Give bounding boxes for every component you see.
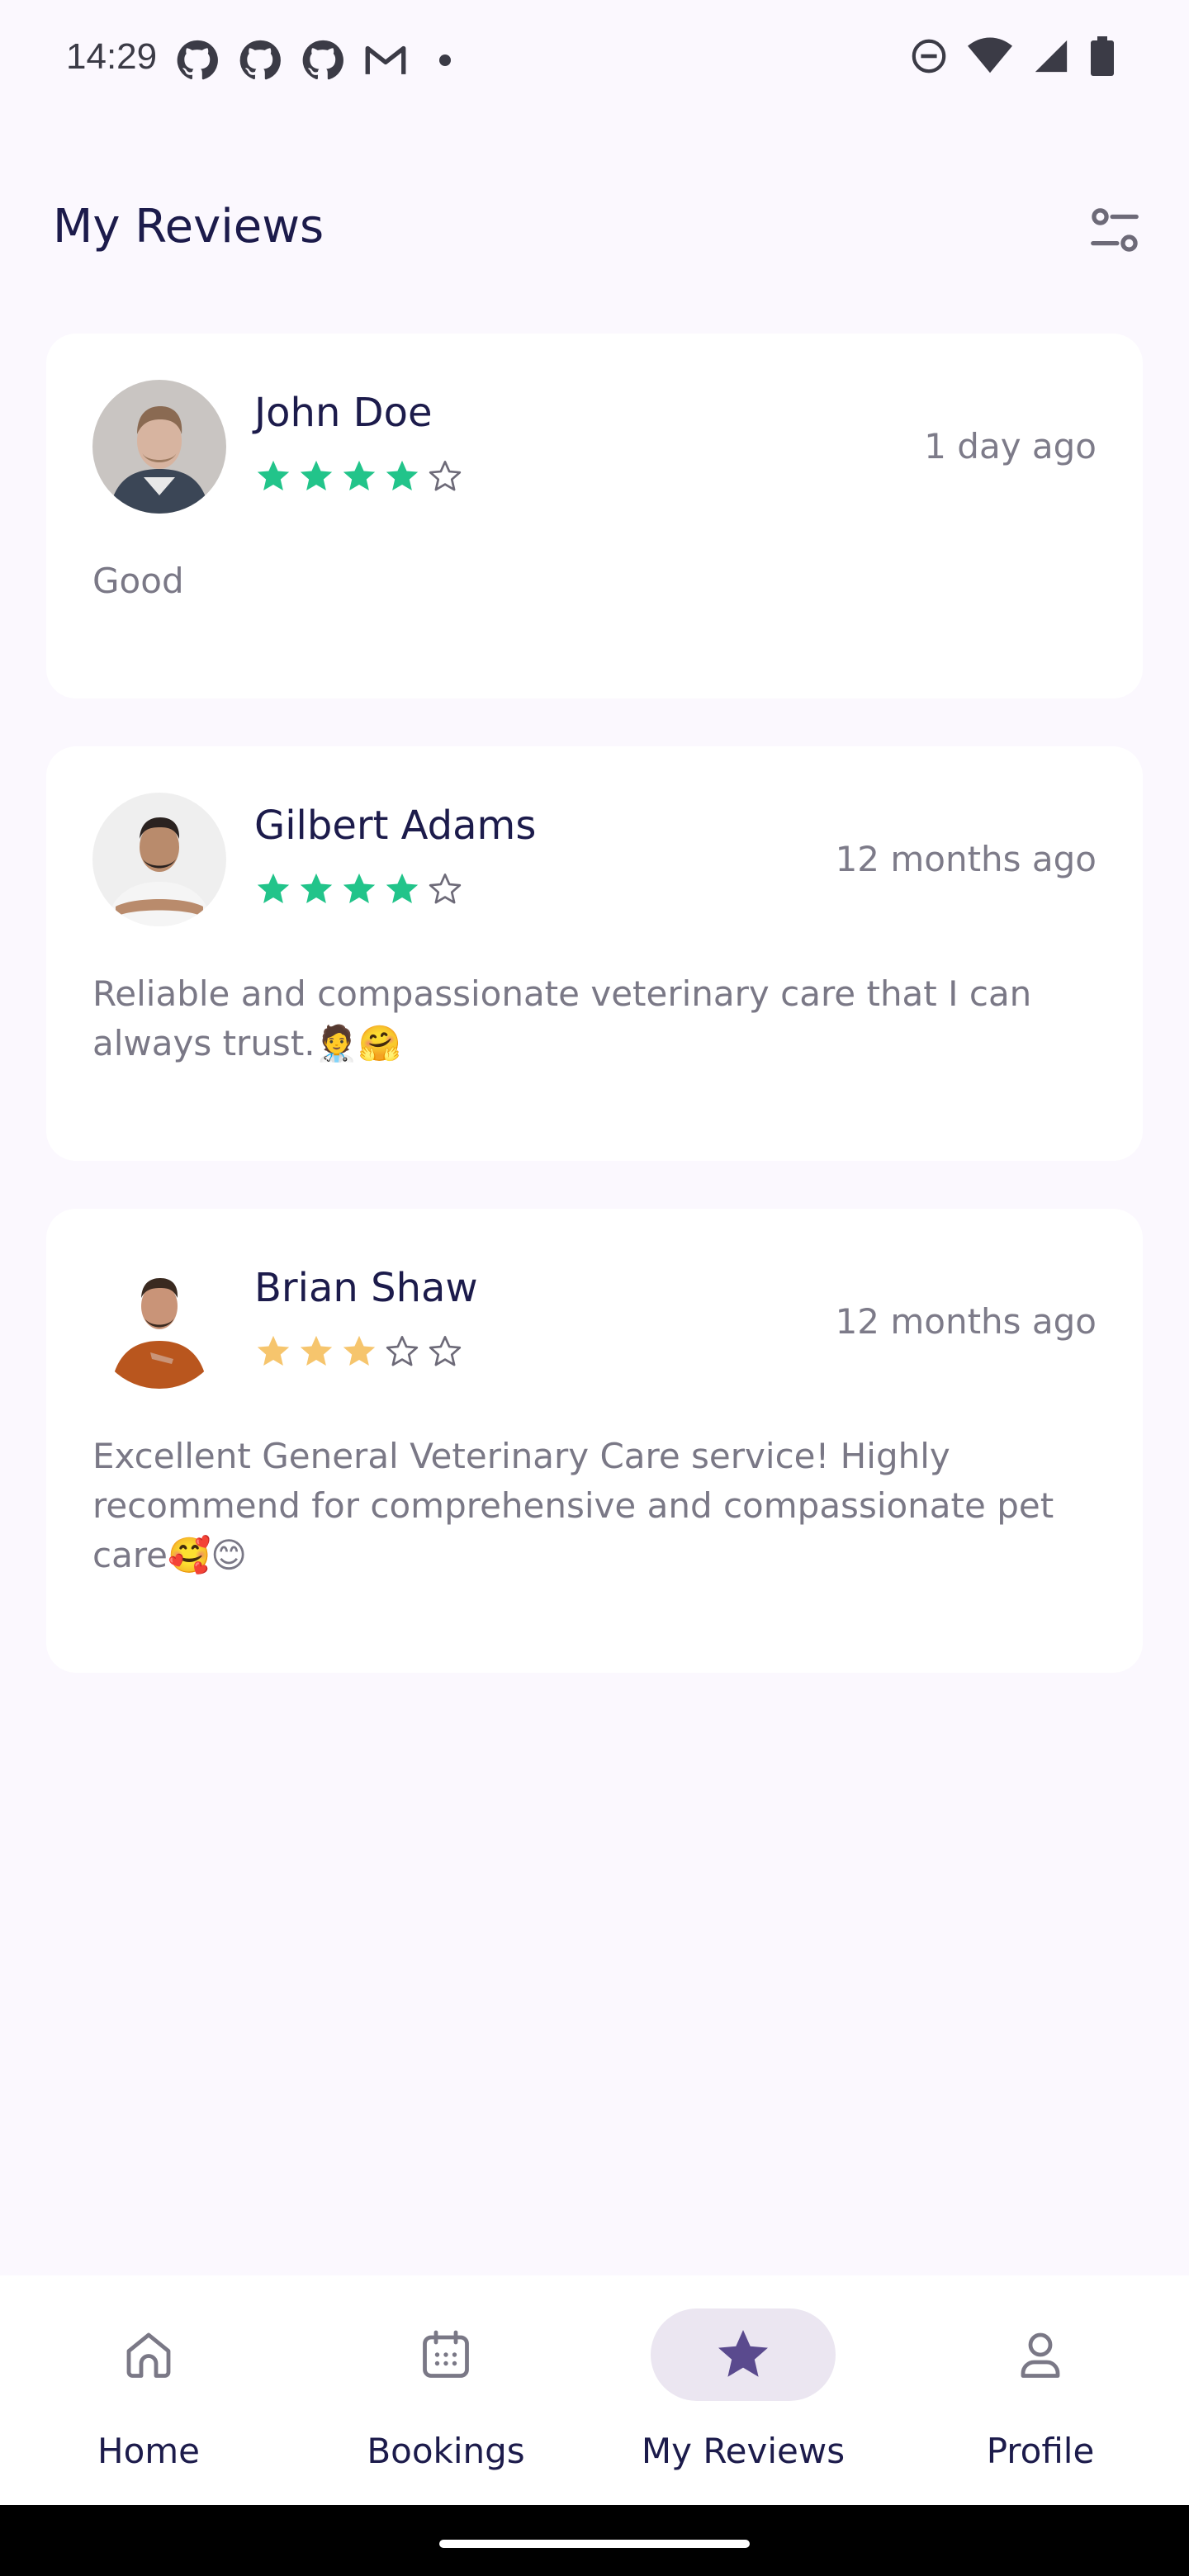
nav-label: Home xyxy=(97,2431,201,2471)
star-filled-icon xyxy=(343,1335,376,1366)
gesture-handle[interactable] xyxy=(439,2540,750,2548)
nav-item-profile[interactable]: Profile xyxy=(925,2308,1156,2482)
star-rating xyxy=(254,457,464,495)
review-time: 12 months ago xyxy=(835,839,1097,879)
reviewer-name: Brian Shaw xyxy=(254,1265,478,1311)
star-empty-icon xyxy=(429,461,462,491)
nav-label: Profile xyxy=(986,2431,1095,2471)
star-icon xyxy=(718,2330,768,2377)
github-icon xyxy=(177,40,218,80)
signal-icon xyxy=(1035,40,1068,73)
star-filled-icon xyxy=(386,873,419,904)
review-time: 1 day ago xyxy=(924,426,1097,466)
person-icon xyxy=(1021,2332,1060,2378)
review-text: Reliable and compassionate veterinary ca… xyxy=(92,973,1032,1063)
gmail-icon xyxy=(365,45,406,74)
star-filled-icon xyxy=(343,873,376,904)
star-rating xyxy=(254,1333,464,1371)
app-header: My Reviews xyxy=(0,182,1189,281)
star-rating xyxy=(254,870,464,908)
review-time: 12 months ago xyxy=(835,1301,1097,1342)
calendar-icon xyxy=(423,2330,469,2378)
wifi-icon xyxy=(968,37,1012,73)
star-filled-icon xyxy=(257,1335,290,1366)
nav-icon-container xyxy=(651,2308,836,2401)
review-card: Gilbert Adams 12 months ago Reliable and… xyxy=(46,746,1143,1161)
bottom-navigation: Home Bookings My Reviews Profile xyxy=(0,2275,1189,2505)
github-icon xyxy=(239,40,281,80)
star-empty-icon xyxy=(429,874,462,904)
home-icon xyxy=(126,2332,171,2378)
nav-item-home[interactable]: Home xyxy=(33,2308,264,2482)
battery-icon xyxy=(1091,36,1114,76)
avatar xyxy=(92,1255,226,1389)
star-filled-icon xyxy=(257,460,290,491)
star-filled-icon xyxy=(300,1335,333,1366)
filter-button[interactable] xyxy=(1082,198,1148,264)
avatar xyxy=(92,380,226,514)
review-card: Brian Shaw 12 months ago Excellent Gener… xyxy=(46,1209,1143,1673)
nav-icon-container xyxy=(353,2308,538,2401)
nav-item-my-reviews[interactable]: My Reviews xyxy=(628,2308,859,2482)
reviewer-name: John Doe xyxy=(254,390,433,436)
status-time: 14:29 xyxy=(66,36,158,77)
nav-item-bookings[interactable]: Bookings xyxy=(330,2308,561,2482)
reviewer-name: Gilbert Adams xyxy=(254,803,537,849)
star-filled-icon xyxy=(300,873,333,904)
review-text: Excellent General Veterinary Care servic… xyxy=(92,1436,1054,1575)
system-gesture-bar xyxy=(0,2505,1189,2576)
avatar xyxy=(92,793,226,926)
notification-dot-icon xyxy=(439,54,451,66)
nav-label: Bookings xyxy=(367,2431,525,2471)
github-icon xyxy=(302,40,343,80)
nav-label: My Reviews xyxy=(641,2431,846,2471)
star-filled-icon xyxy=(343,460,376,491)
review-card: John Doe 1 day ago Good xyxy=(46,334,1143,698)
nav-icon-container xyxy=(56,2308,241,2401)
star-empty-icon xyxy=(429,1336,462,1366)
filter-icon xyxy=(1091,208,1139,252)
status-left-icons xyxy=(173,36,451,84)
status-right-icons xyxy=(910,36,1115,76)
review-text: Good xyxy=(92,561,184,601)
dnd-icon xyxy=(912,39,946,73)
nav-icon-container xyxy=(948,2308,1133,2401)
page-title: My Reviews xyxy=(53,200,324,253)
star-filled-icon xyxy=(257,873,290,904)
status-bar: 14:29 xyxy=(0,0,1189,124)
star-empty-icon xyxy=(386,1336,419,1366)
star-filled-icon xyxy=(300,460,333,491)
star-filled-icon xyxy=(386,460,419,491)
